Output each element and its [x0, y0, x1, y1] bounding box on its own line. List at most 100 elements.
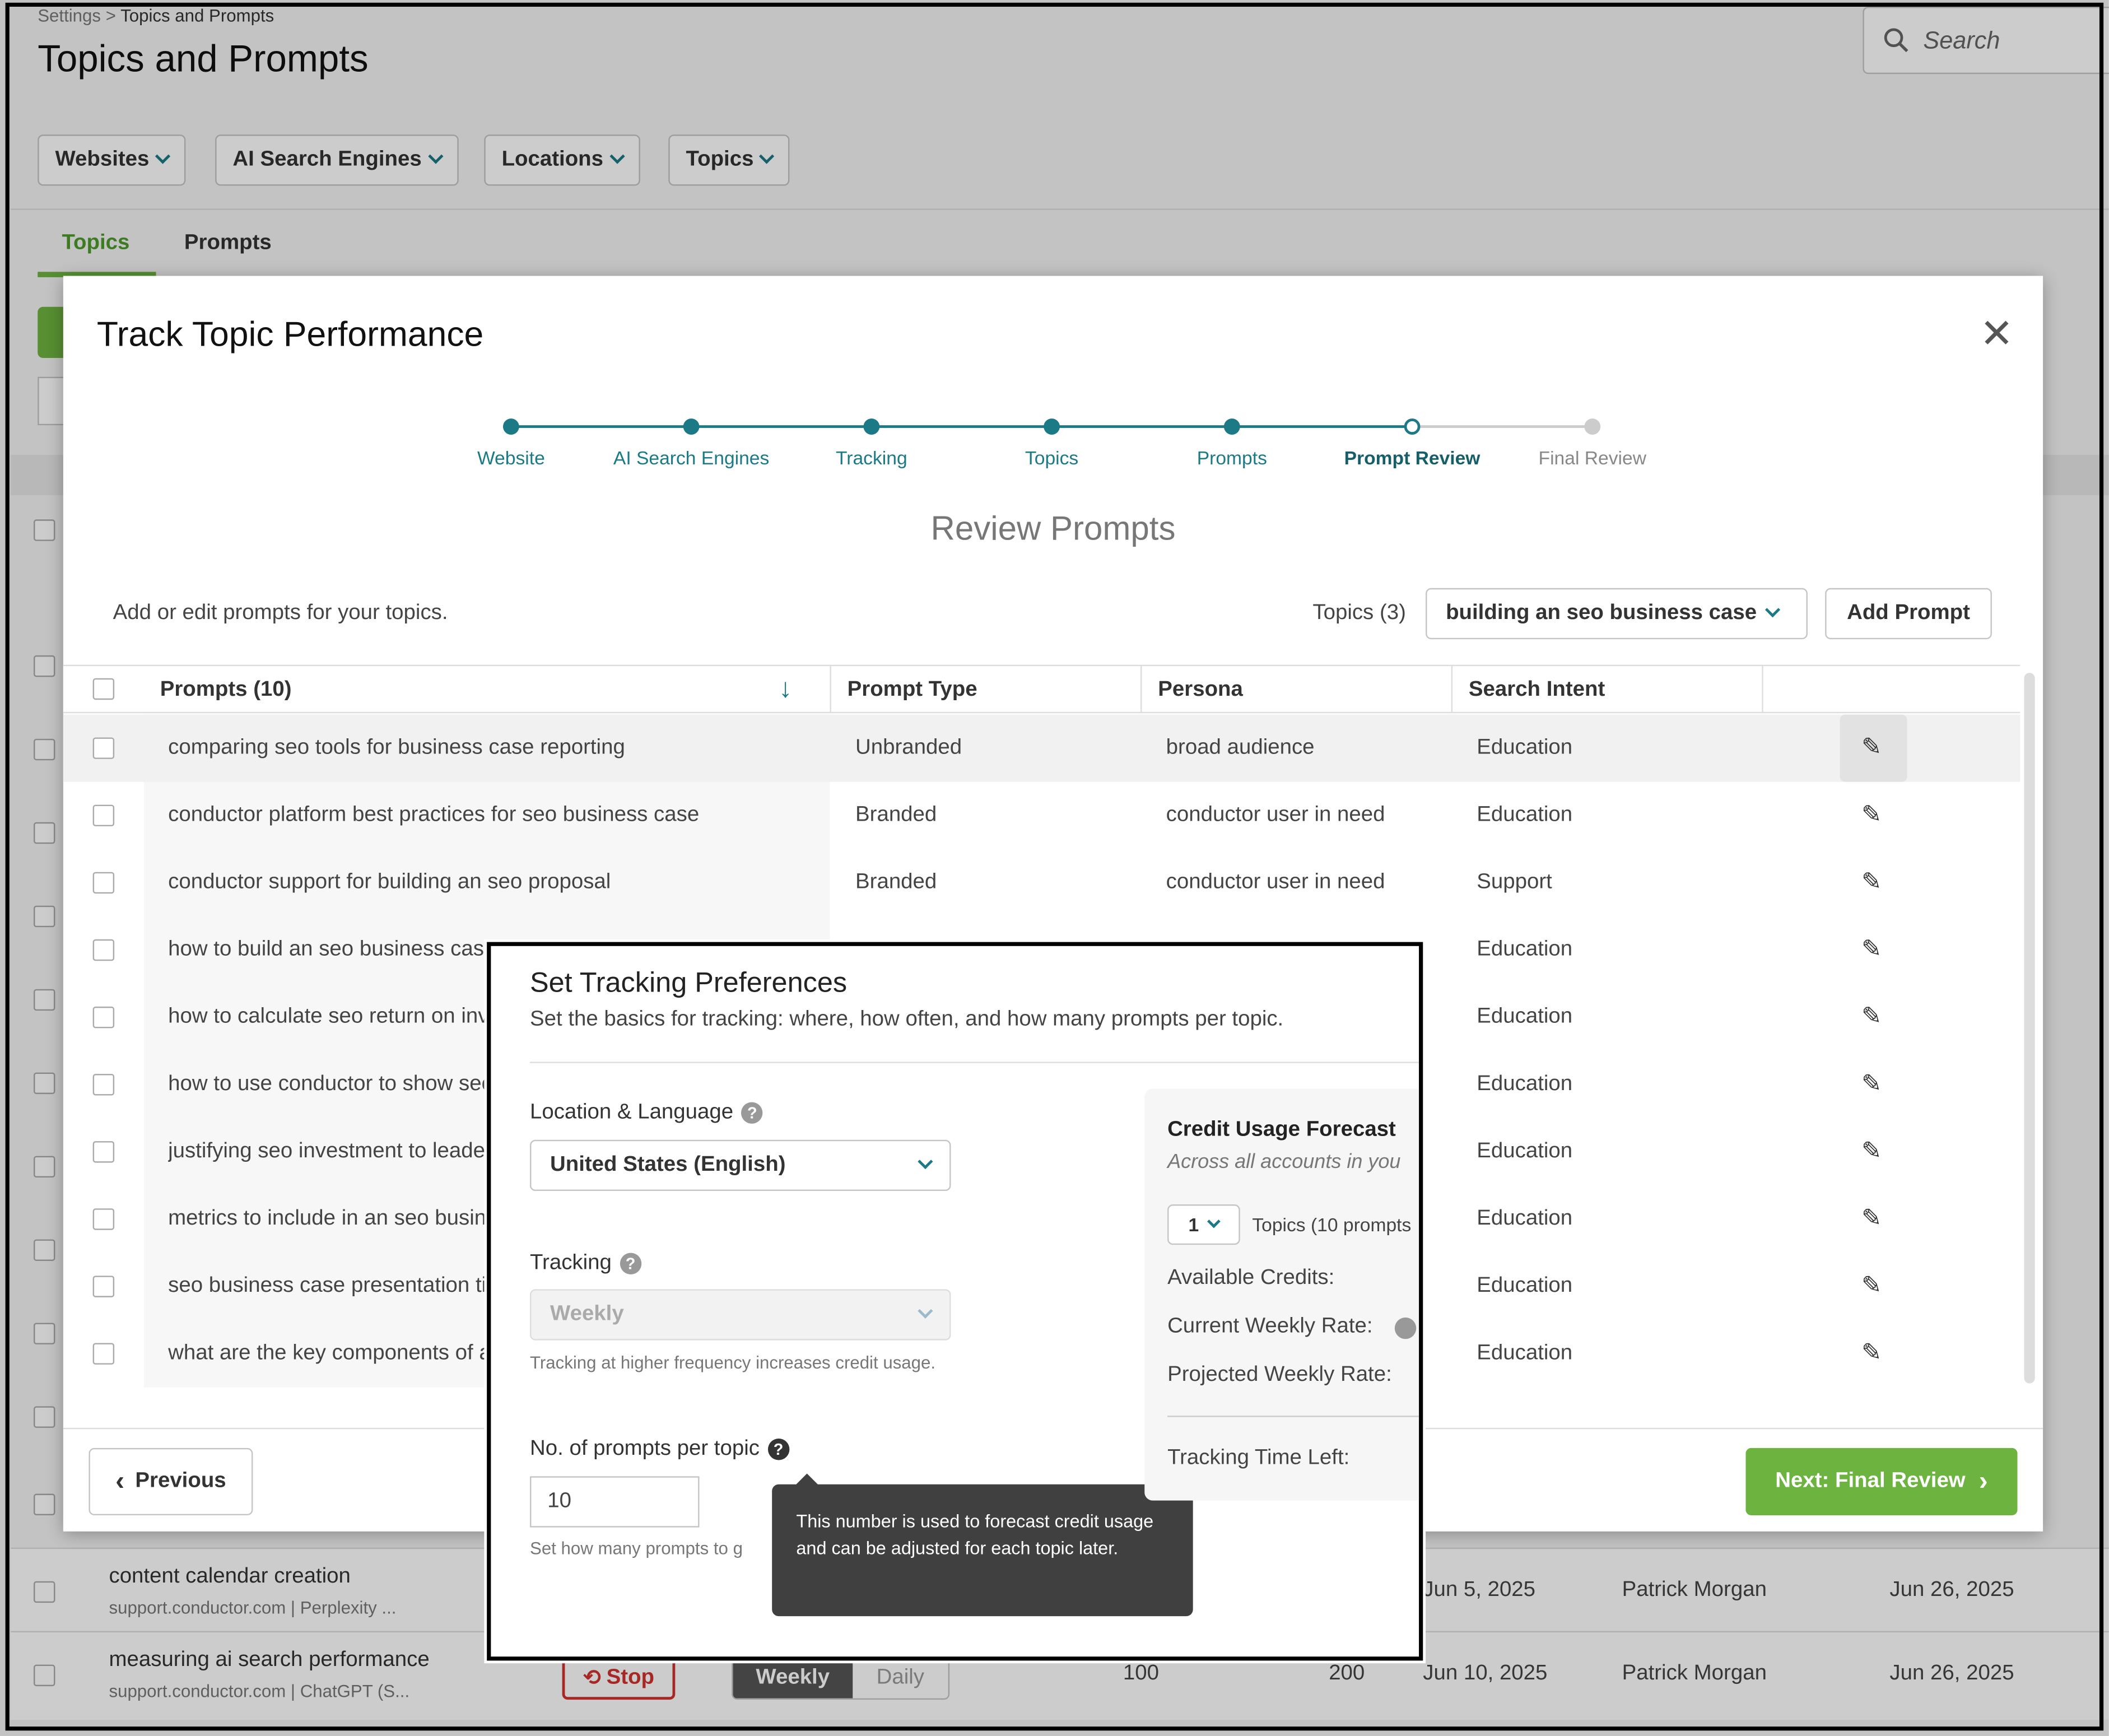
stepper-line-done: [511, 425, 1413, 428]
edit-pencil-icon[interactable]: ✎: [1861, 1137, 1882, 1165]
edit-pencil-icon[interactable]: ✎: [1861, 800, 1882, 829]
prefs-description: Set the basics for tracking: where, how …: [529, 1008, 1284, 1031]
row-checkbox[interactable]: [92, 872, 115, 894]
help-icon[interactable]: ?: [741, 1101, 763, 1124]
table-row[interactable]: comparing seo tools for business case re…: [63, 714, 2020, 782]
projected-weekly-rate: Projected Weekly Rate:: [1167, 1363, 1392, 1386]
topics-count-label: Topics (3): [1312, 601, 1406, 625]
row-checkbox[interactable]: [92, 1006, 115, 1028]
step-dot-done: [683, 418, 700, 435]
edit-pencil-icon[interactable]: ✎: [1861, 1272, 1882, 1300]
edit-pencil-icon[interactable]: ✎: [1861, 868, 1882, 896]
prompts-per-topic-input[interactable]: 10: [529, 1476, 700, 1528]
modal-title: Track Topic Performance: [96, 313, 484, 354]
row-intent: Education: [1477, 736, 1573, 759]
previous-button[interactable]: ‹ Previous: [89, 1448, 253, 1515]
chevron-left-icon: ‹: [115, 1466, 125, 1496]
row-prompt: how to calculate seo return on investmen…: [168, 1005, 491, 1028]
chevron-right-icon: ›: [1978, 1466, 1988, 1496]
row-intent: Education: [1477, 803, 1573, 827]
next-final-review-button[interactable]: Next: Final Review ›: [1745, 1448, 2018, 1515]
step-dot-done: [1044, 418, 1060, 435]
step-dot-done: [1223, 418, 1240, 435]
sort-down-icon[interactable]: ↓: [779, 674, 792, 705]
row-prompt: conductor platform best practices for se…: [168, 803, 700, 827]
row-prompt: seo business case presentation tips: [168, 1274, 491, 1297]
row-intent: Education: [1477, 1005, 1573, 1028]
select-all-prompts-checkbox[interactable]: [92, 678, 115, 700]
row-prompt-type: Unbranded: [855, 736, 962, 759]
col-prompts[interactable]: Prompts (10): [160, 678, 292, 702]
row-checkbox[interactable]: [92, 1141, 115, 1163]
row-intent: Education: [1477, 1072, 1573, 1096]
table-scrollbar[interactable]: [2024, 673, 2035, 1384]
row-persona: conductor user in need: [1166, 871, 1385, 894]
row-prompt: what are the key components of an seo bu…: [168, 1342, 491, 1365]
intro-text: Add or edit prompts for your topics.: [113, 601, 448, 625]
col-prompt-type[interactable]: Prompt Type: [848, 678, 977, 702]
edit-pencil-icon[interactable]: ✎: [1861, 936, 1882, 964]
tracking-label: Tracking?: [530, 1251, 641, 1276]
row-checkbox[interactable]: [92, 804, 115, 827]
credit-forecast-panel: Credit Usage Forecast Across all account…: [1144, 1088, 1419, 1501]
table-row[interactable]: conductor platform best practices for se…: [63, 782, 2020, 849]
row-prompt: justifying seo investment to leadership: [168, 1139, 491, 1163]
topic-select[interactable]: building an seo business case: [1426, 588, 1808, 640]
step-dot-done: [863, 418, 880, 435]
step-final-review: Final Review: [1538, 446, 1646, 469]
forecast-title: Credit Usage Forecast: [1167, 1118, 1396, 1142]
location-value: United States (English): [550, 1153, 786, 1176]
row-intent: Support: [1477, 871, 1552, 894]
tracking-preferences-panel: Set Tracking Preferences Set the basics …: [487, 942, 1423, 1661]
forecast-divider: [1167, 1416, 1419, 1417]
step-ai-search-engines: AI Search Engines: [613, 446, 770, 469]
tooltip: This number is used to forecast credit u…: [772, 1484, 1193, 1617]
row-checkbox[interactable]: [92, 1074, 115, 1096]
row-prompt: how to build an seo business case: [168, 938, 491, 961]
tracking-label-text: Tracking: [529, 1251, 612, 1274]
row-prompt: metrics to include in an seo business ca…: [168, 1207, 491, 1230]
help-icon[interactable]: ?: [767, 1438, 789, 1460]
close-icon[interactable]: ✕: [1980, 311, 2013, 358]
row-prompt: conductor support for building an seo pr…: [168, 871, 611, 894]
col-search-intent[interactable]: Search Intent: [1469, 678, 1605, 702]
location-language-select[interactable]: United States (English): [529, 1139, 951, 1192]
edit-pencil-icon[interactable]: ✎: [1861, 1070, 1882, 1098]
row-checkbox[interactable]: [92, 737, 115, 759]
col-persona[interactable]: Persona: [1158, 678, 1243, 702]
topic-select-value: building an seo business case: [1446, 601, 1757, 625]
help-icon[interactable]: ?: [620, 1252, 641, 1274]
location-language-label: Location & Language?: [530, 1101, 763, 1125]
tracking-hint: Tracking at higher frequency increases c…: [529, 1352, 936, 1373]
edit-pencil-icon[interactable]: ✎: [1861, 1003, 1882, 1031]
row-intent: Education: [1477, 1342, 1573, 1365]
topics-prompts-text: Topics (10 prompts: [1252, 1213, 1412, 1236]
available-credits: Available Credits:: [1167, 1266, 1335, 1290]
step-prompts: Prompts: [1197, 446, 1267, 469]
row-checkbox[interactable]: [92, 939, 115, 961]
col-divider: [1140, 664, 1142, 714]
help-icon[interactable]: [1394, 1317, 1417, 1339]
topics-count-select[interactable]: 1: [1167, 1204, 1240, 1245]
row-checkbox[interactable]: [92, 1276, 115, 1297]
topics-count-value: 1: [1188, 1213, 1199, 1236]
chevron-down-icon: [918, 1154, 933, 1170]
edit-pencil-icon[interactable]: ✎: [1861, 733, 1882, 761]
edit-pencil-icon[interactable]: ✎: [1861, 1339, 1882, 1367]
next-label: Next: Final Review: [1775, 1469, 1966, 1493]
edit-pencil-icon[interactable]: ✎: [1861, 1204, 1882, 1232]
table-row[interactable]: conductor support for building an seo pr…: [63, 849, 2020, 916]
step-dot-current: [1404, 418, 1421, 435]
add-prompt-button[interactable]: Add Prompt: [1825, 588, 1992, 640]
col-divider: [1451, 664, 1453, 714]
row-checkbox[interactable]: [92, 1208, 115, 1230]
stepper-line-todo: [1412, 425, 1593, 428]
row-checkbox[interactable]: [92, 1343, 115, 1365]
prompts-table-header: [63, 664, 2020, 714]
location-label-text: Location & Language: [529, 1101, 734, 1124]
step-prompt-review: Prompt Review: [1344, 446, 1481, 469]
col-divider: [1762, 664, 1763, 714]
row-intent: Education: [1477, 1274, 1573, 1297]
row-prompt-type: Branded: [855, 803, 937, 827]
row-intent: Education: [1477, 938, 1573, 961]
